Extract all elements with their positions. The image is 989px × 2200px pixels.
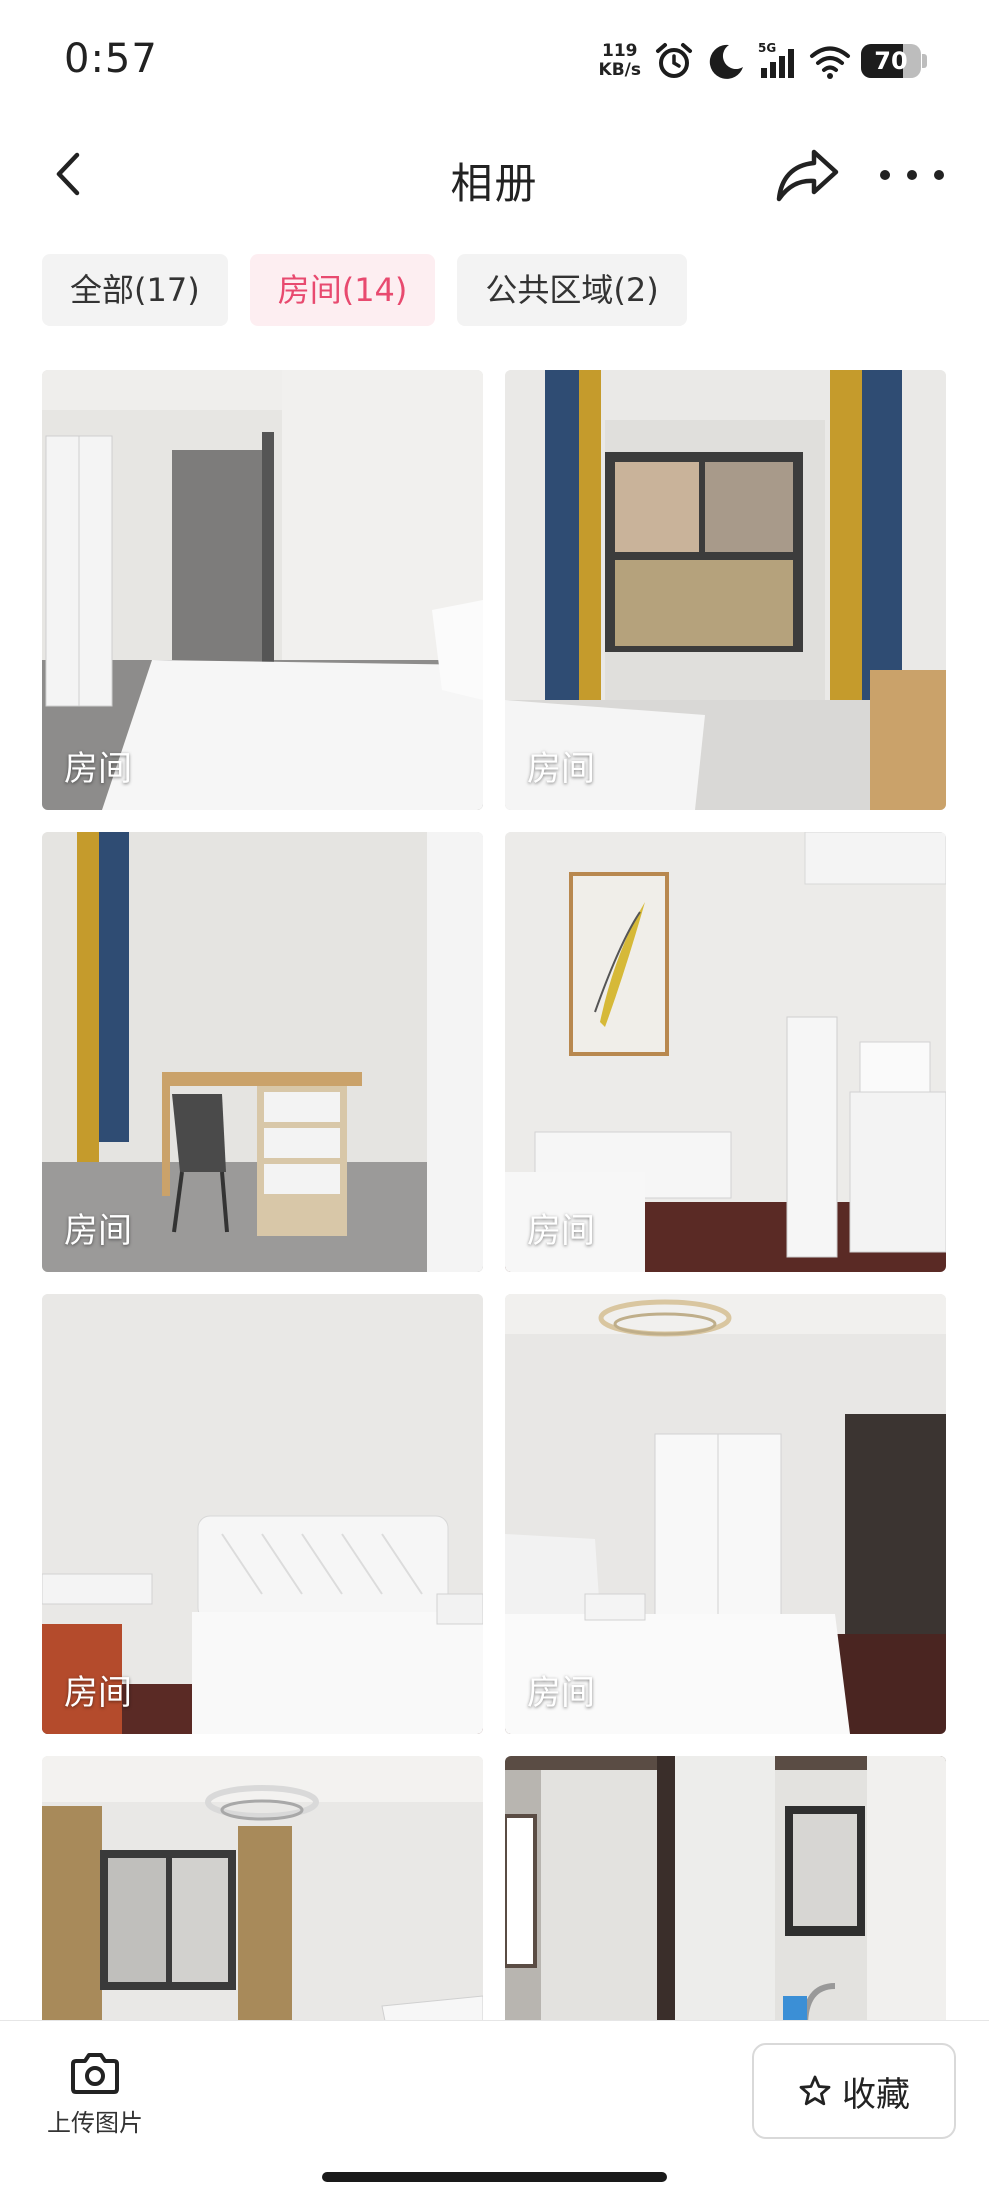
photo-thumbnail[interactable]: 房间 bbox=[505, 1294, 946, 1734]
favorite-label: 收藏 bbox=[842, 2074, 910, 2115]
status-icons: 119 KB/s 5G 70 bbox=[599, 36, 927, 86]
upload-photo-button[interactable]: 上传图片 bbox=[40, 2051, 150, 2161]
photo-thumbnail[interactable]: 房间 bbox=[42, 1294, 483, 1734]
photo-label: 房间 bbox=[64, 1211, 132, 1251]
share-icon[interactable] bbox=[774, 146, 840, 204]
photo-label: 房间 bbox=[64, 1673, 132, 1713]
network-speed-unit: KB/s bbox=[598, 60, 641, 80]
page-title: 相册 bbox=[450, 159, 539, 208]
photo-grid: 房间 房间 房间 房间 房间 房间 bbox=[42, 370, 946, 2196]
nav-bar: 相册 bbox=[0, 120, 989, 230]
upload-photo-label: 上传图片 bbox=[47, 2109, 143, 2137]
photo-thumbnail[interactable]: 房间 bbox=[42, 832, 483, 1272]
favorite-button[interactable]: 收藏 bbox=[752, 2043, 956, 2139]
photo-label: 房间 bbox=[527, 1673, 595, 1713]
network-type-label: 5G bbox=[758, 41, 776, 55]
battery-icon: 70 bbox=[861, 44, 927, 78]
more-dot bbox=[880, 170, 890, 180]
wifi-icon bbox=[810, 46, 850, 79]
network-speed: 119 KB/s bbox=[599, 42, 641, 80]
more-button[interactable] bbox=[880, 150, 944, 200]
more-dot bbox=[934, 170, 944, 180]
home-indicator[interactable] bbox=[322, 2172, 667, 2182]
photo-thumbnail[interactable]: 房间 bbox=[505, 832, 946, 1272]
alarm-icon bbox=[656, 43, 692, 78]
star-icon bbox=[799, 2075, 831, 2106]
do-not-disturb-moon-icon bbox=[709, 44, 743, 79]
album-page: 0:57 119 KB/s 5G 70 相册 全部(17) 房间(14) 公共区… bbox=[0, 0, 989, 2200]
network-speed-value: 119 bbox=[602, 41, 638, 61]
photo-thumbnail[interactable]: 房间 bbox=[42, 370, 483, 810]
tab-all[interactable]: 全部(17) bbox=[42, 254, 228, 326]
photo-label: 房间 bbox=[64, 749, 132, 789]
status-time: 0:57 bbox=[64, 36, 158, 82]
tab-rooms[interactable]: 房间(14) bbox=[249, 254, 436, 326]
camera-icon bbox=[71, 2053, 119, 2094]
more-dot bbox=[907, 170, 917, 180]
tab-public-area[interactable]: 公共区域(2) bbox=[457, 254, 687, 326]
status-bar: 0:57 119 KB/s 5G 70 bbox=[0, 0, 989, 120]
cellular-signal-icon: 5G bbox=[758, 41, 794, 78]
photo-thumbnail[interactable]: 房间 bbox=[505, 370, 946, 810]
photo-label: 房间 bbox=[527, 1211, 595, 1251]
photo-label: 房间 bbox=[527, 749, 595, 789]
battery-level: 70 bbox=[874, 47, 908, 75]
category-tabs: 全部(17) 房间(14) 公共区域(2) bbox=[42, 254, 687, 326]
